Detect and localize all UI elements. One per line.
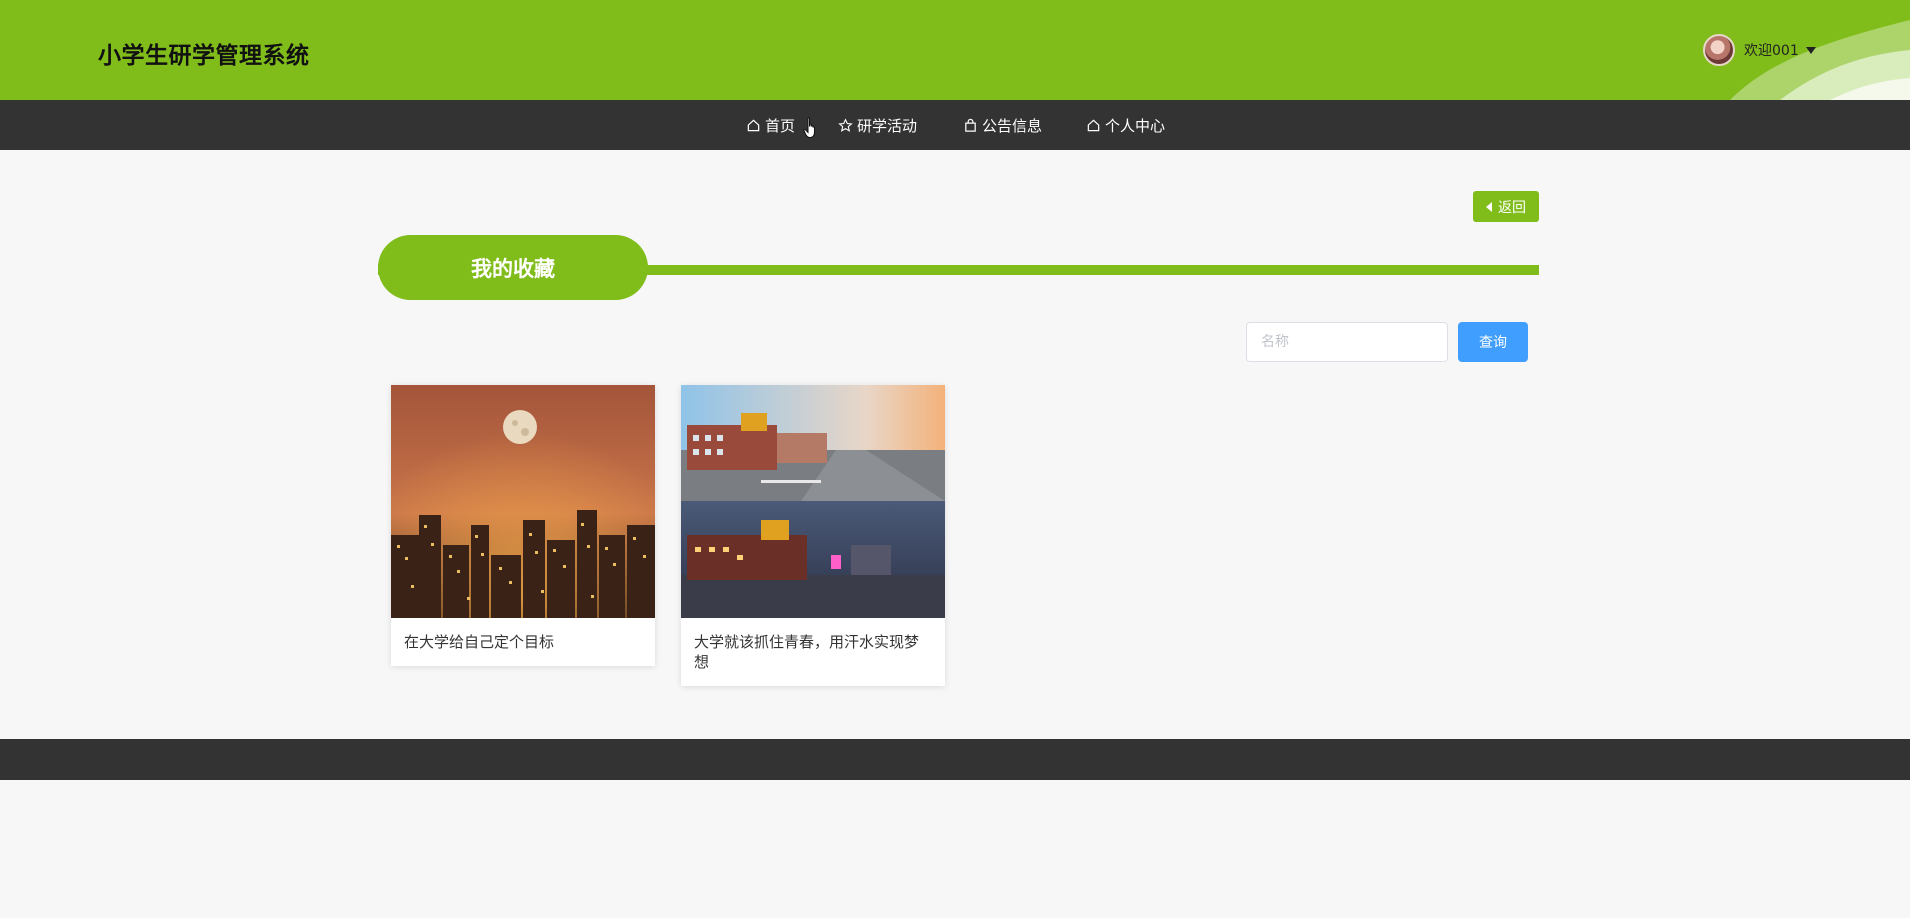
- nav-item-label: 个人中心: [1105, 116, 1166, 135]
- nav-item-label: 研学活动: [857, 116, 918, 135]
- card-title[interactable]: 大学就该抓住青春，用汗水实现梦想: [681, 618, 945, 686]
- site-title: 小学生研学管理系统: [98, 43, 310, 69]
- back-button[interactable]: 返回: [1473, 191, 1539, 222]
- main-nav: 首页 研学活动 公告信息 个人中心: [0, 100, 1910, 150]
- nav-item-label: 公告信息: [982, 116, 1043, 135]
- nav-item-profile[interactable]: 个人中心: [1086, 100, 1165, 150]
- nav-item-label: 首页: [765, 116, 796, 135]
- search-input[interactable]: [1246, 322, 1448, 362]
- card-title[interactable]: 在大学给自己定个目标: [391, 618, 655, 666]
- star-icon: [838, 117, 853, 132]
- search-button[interactable]: 查询: [1458, 322, 1528, 362]
- favorite-card[interactable]: 大学就该抓住青春，用汗水实现梦想: [681, 385, 945, 686]
- header: 小学生研学管理系统 欢迎001: [0, 0, 1910, 100]
- caret-down-icon[interactable]: [1805, 46, 1816, 54]
- caret-left-icon: [1486, 201, 1492, 212]
- section-title-text: 我的收藏: [471, 256, 555, 281]
- bag-icon: [965, 118, 976, 132]
- welcome-text[interactable]: 欢迎001: [1744, 40, 1799, 60]
- card-image[interactable]: [391, 385, 655, 618]
- avatar[interactable]: [1703, 34, 1735, 66]
- home-icon: [747, 119, 760, 131]
- back-button-label: 返回: [1498, 199, 1526, 216]
- nav-item-activities[interactable]: 研学活动: [838, 100, 917, 150]
- nav-item-home[interactable]: 首页: [746, 100, 795, 150]
- nav-item-announcements[interactable]: 公告信息: [963, 100, 1042, 150]
- card-image[interactable]: [681, 385, 945, 618]
- home-icon: [1087, 119, 1100, 131]
- user-menu[interactable]: 欢迎001: [1703, 33, 1816, 67]
- hand-cursor-icon: [803, 117, 815, 138]
- section-title: 我的收藏: [378, 235, 648, 300]
- favorite-card[interactable]: 在大学给自己定个目标: [391, 385, 655, 666]
- footer: [0, 739, 1910, 780]
